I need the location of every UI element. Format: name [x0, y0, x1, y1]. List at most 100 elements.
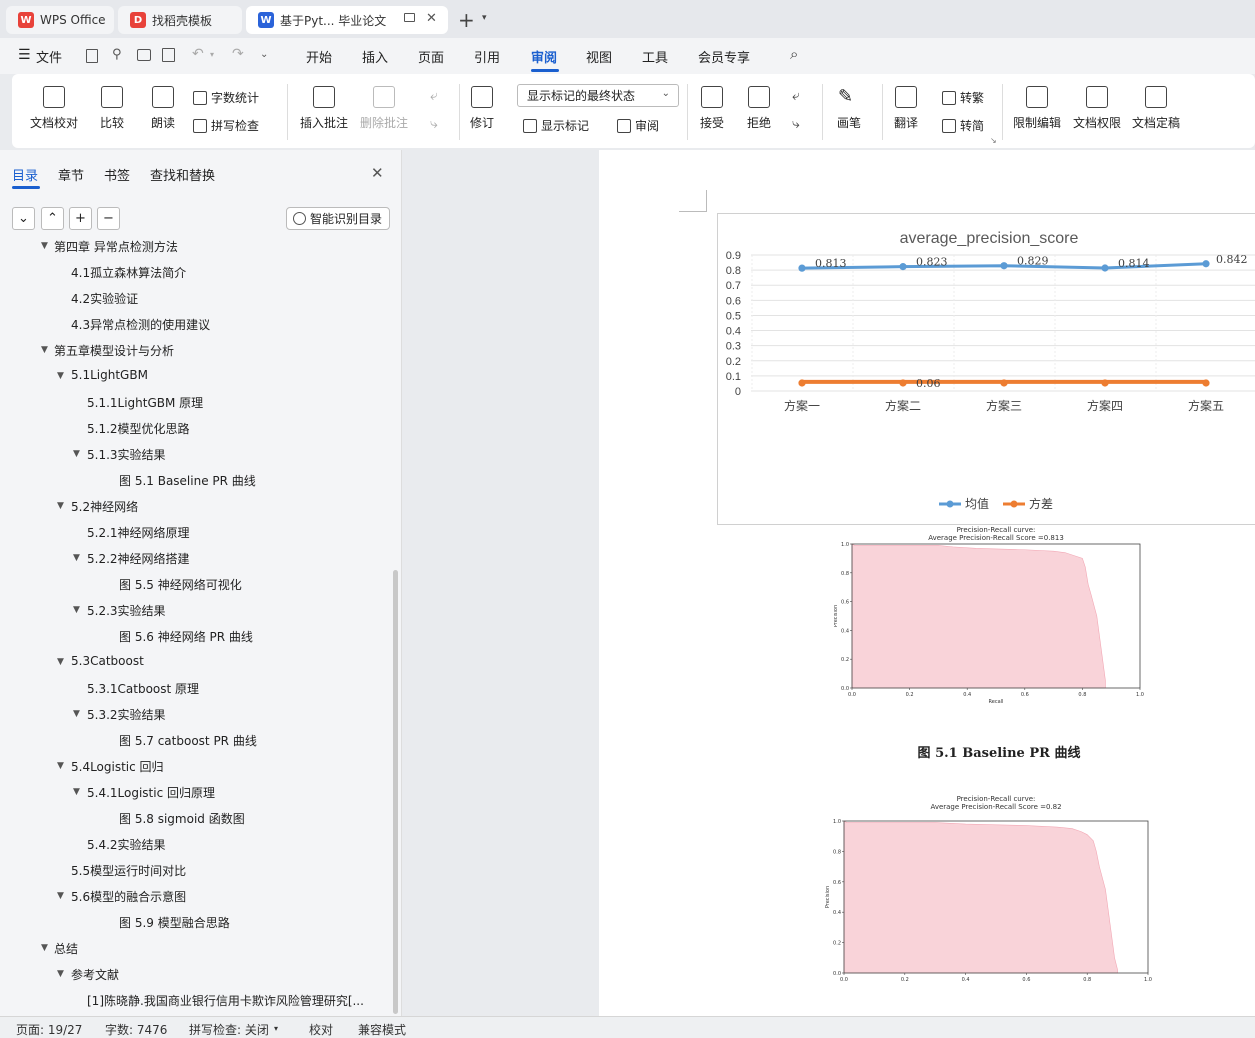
expand-level-button[interactable]: ⌃ — [41, 207, 64, 230]
menu-item[interactable]: 视图 — [586, 47, 612, 66]
tab-docer-templates[interactable]: D 找稻壳模板 — [118, 6, 242, 34]
tab-wps-office[interactable]: W WPS Office — [6, 6, 114, 34]
toc-item[interactable]: [1]陈晓静.我国商业银行信用卡欺诈风险管理研究[... — [87, 992, 364, 1009]
toc-expand-arrow-icon[interactable]: ▼ — [41, 241, 48, 251]
compat-mode-indicator[interactable]: 兼容模式 — [358, 1021, 406, 1038]
toc-item[interactable]: 第五章模型设计与分析 — [54, 342, 174, 359]
share-icon[interactable]: ⚲ — [112, 47, 122, 62]
to-simplified-button[interactable]: 转简 — [942, 117, 984, 134]
next-change-icon[interactable]: ⤷ — [792, 116, 800, 132]
toc-expand-arrow-icon[interactable]: ▼ — [73, 553, 80, 563]
translate-button[interactable]: 翻译 — [894, 86, 918, 131]
toc-expand-arrow-icon[interactable]: ▼ — [73, 449, 80, 459]
pen-button[interactable]: ✎ 画笔 — [837, 86, 861, 131]
show-markup-button[interactable]: 显示标记 — [523, 117, 589, 134]
toc-expand-arrow-icon[interactable]: ▼ — [57, 969, 64, 979]
toc-item[interactable]: 5.3.1Catboost 原理 — [87, 680, 199, 697]
previous-change-icon[interactable]: ⤶ — [792, 88, 800, 104]
toc-item[interactable]: 第四章 异常点检测方法 — [54, 240, 178, 255]
toc-expand-arrow-icon[interactable]: ▼ — [57, 761, 64, 771]
ai-toc-button[interactable]: 智能识别目录 — [286, 207, 390, 230]
undo-icon[interactable]: ↶ — [192, 46, 204, 62]
insert-comment-button[interactable]: 插入批注 — [300, 86, 348, 131]
window-restore-icon[interactable] — [404, 13, 415, 22]
toc-item[interactable]: 5.3Catboost — [71, 654, 144, 668]
print-preview-icon[interactable] — [162, 48, 175, 62]
toc-item[interactable]: 5.5模型运行时间对比 — [71, 862, 186, 879]
toc-expand-arrow-icon[interactable]: ▼ — [73, 709, 80, 719]
review-pane-button[interactable]: 审阅 — [617, 117, 659, 134]
toc-item[interactable]: 5.4.1Logistic 回归原理 — [87, 784, 215, 801]
toc-item[interactable]: 5.6模型的融合示意图 — [71, 888, 186, 905]
toc-expand-arrow-icon[interactable]: ▼ — [41, 943, 48, 953]
toc-item[interactable]: 5.1LightGBM — [71, 368, 148, 382]
toc-item[interactable]: 4.1孤立森林算法简介 — [71, 264, 186, 281]
proofread-button[interactable]: 文档校对 — [30, 86, 78, 131]
tab-list-chevron-icon[interactable]: ▾ — [482, 13, 487, 23]
menu-item[interactable]: 会员专享 — [698, 47, 750, 66]
toc-item[interactable]: 5.1.2模型优化思路 — [87, 420, 190, 437]
close-pane-icon[interactable]: ✕ — [371, 164, 384, 182]
menu-item[interactable]: 页面 — [418, 47, 444, 66]
spell-check-indicator[interactable]: 拼写检查: 关闭 — [189, 1021, 269, 1038]
close-tab-icon[interactable]: ✕ — [426, 11, 437, 26]
menu-item[interactable]: 插入 — [362, 47, 388, 66]
tab-document[interactable]: W 基于Pyt... 毕业论文 ✕ — [246, 6, 448, 34]
next-comment-icon[interactable]: ⤷ — [430, 116, 438, 132]
restrict-edit-button[interactable]: 限制编辑 — [1013, 86, 1061, 131]
proof-indicator[interactable]: 校对 — [309, 1021, 333, 1038]
remove-heading-button[interactable]: − — [97, 207, 120, 230]
revise-button[interactable]: 修订 — [470, 86, 494, 131]
toc-item[interactable]: 4.2实验验证 — [71, 290, 138, 307]
toc-expand-arrow-icon[interactable]: ▼ — [57, 657, 64, 667]
toc-item[interactable]: 图 5.9 模型融合思路 — [119, 914, 230, 931]
menu-file[interactable]: 文件 — [36, 47, 62, 66]
toc-expand-arrow-icon[interactable]: ▼ — [73, 605, 80, 615]
toc-item[interactable]: 5.2神经网络 — [71, 498, 138, 515]
toc-item[interactable]: 5.2.1神经网络原理 — [87, 524, 190, 541]
toc-item[interactable]: 图 5.7 catboost PR 曲线 — [119, 732, 257, 749]
redo-icon[interactable]: ↷ — [232, 46, 244, 62]
toc-item[interactable]: 5.1.3实验结果 — [87, 446, 166, 463]
toc-item[interactable]: 图 5.8 sigmoid 函数图 — [119, 810, 245, 827]
search-icon[interactable]: ⌕ — [790, 45, 798, 63]
new-tab-plus-icon[interactable]: + — [458, 8, 475, 32]
markup-state-select[interactable]: 显示标记的最终状态 ⌄ — [517, 84, 679, 107]
toc-item[interactable]: 5.4Logistic 回归 — [71, 758, 164, 775]
toc-item[interactable]: 5.2.3实验结果 — [87, 602, 166, 619]
menu-item[interactable]: 审阅 — [531, 47, 557, 66]
toc-expand-arrow-icon[interactable]: ▼ — [57, 501, 64, 511]
toc-item[interactable]: 图 5.6 神经网络 PR 曲线 — [119, 628, 253, 645]
compare-button[interactable]: 比较 — [100, 86, 124, 131]
tab-bookmarks[interactable]: 书签 — [104, 165, 130, 184]
toc-expand-arrow-icon[interactable]: ▼ — [57, 371, 64, 381]
finalize-button[interactable]: 文档定稿 — [1132, 86, 1180, 131]
accept-button[interactable]: 接受 — [700, 86, 724, 131]
chevron-down-icon[interactable]: ▾ — [274, 1024, 278, 1033]
toc-item[interactable]: 图 5.1 Baseline PR 曲线 — [119, 472, 256, 489]
dialog-launcher-icon[interactable]: ↘ — [990, 136, 997, 145]
menu-item[interactable]: 开始 — [306, 47, 332, 66]
tab-toc[interactable]: 目录 — [12, 165, 38, 184]
quick-access-chevron-icon[interactable]: ⌄ — [260, 49, 268, 60]
previous-comment-icon[interactable]: ⤶ — [430, 88, 438, 104]
word-count-indicator[interactable]: 字数: 7476 — [105, 1021, 167, 1038]
reject-button[interactable]: 拒绝 — [747, 86, 771, 131]
tab-find-replace[interactable]: 查找和替换 — [150, 165, 215, 184]
toc-item[interactable]: 图 5.5 神经网络可视化 — [119, 576, 242, 593]
to-traditional-button[interactable]: 转繁 — [942, 89, 984, 106]
save-icon[interactable] — [86, 49, 98, 63]
toc-item[interactable]: 5.1.1LightGBM 原理 — [87, 394, 203, 411]
word-count-button[interactable]: 字数统计 — [193, 89, 259, 106]
menu-item[interactable]: 引用 — [474, 47, 500, 66]
page-indicator[interactable]: 页面: 19/27 — [16, 1021, 82, 1038]
toc-item[interactable]: 总结 — [54, 940, 78, 957]
toc-expand-arrow-icon[interactable]: ▼ — [41, 345, 48, 355]
toc-expand-arrow-icon[interactable]: ▼ — [57, 891, 64, 901]
toc-item[interactable]: 5.2.2神经网络搭建 — [87, 550, 190, 567]
read-aloud-button[interactable]: 朗读 — [151, 86, 175, 131]
toc-item[interactable]: 5.4.2实验结果 — [87, 836, 166, 853]
sidebar-scrollbar[interactable] — [393, 570, 398, 1014]
collapse-level-button[interactable]: ⌄ — [12, 207, 35, 230]
spell-check-button[interactable]: 拼写检查 — [193, 117, 259, 134]
